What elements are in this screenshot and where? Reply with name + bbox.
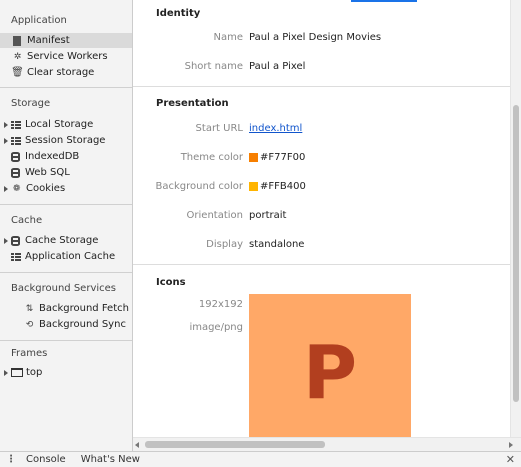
expand-arrow-icon[interactable] [4, 185, 8, 192]
cookie-icon: ❁ [12, 183, 21, 194]
field-label-short-name: Short name [184, 61, 243, 72]
sidebar-item-label: Cookies [26, 183, 66, 194]
database-icon [11, 235, 20, 246]
vertical-scrollbar-thumb[interactable] [513, 105, 519, 402]
field-value-background-color: #FFB400 [249, 181, 306, 192]
sidebar: Application Manifest ✲ Service Workers 🗑… [0, 0, 133, 451]
scroll-right-arrow-icon[interactable] [509, 442, 513, 448]
sidebar-item-local-storage[interactable]: Local Storage [0, 117, 132, 132]
section-divider [0, 272, 132, 273]
sync-icon: ⟲ [25, 319, 34, 330]
sidebar-item-label: Session Storage [25, 135, 106, 146]
background-color-swatch [249, 182, 258, 191]
field-value-name: Paul a Pixel Design Movies [249, 32, 382, 43]
arrows-icon: ⇅ [25, 303, 34, 314]
sidebar-item-clear-storage[interactable]: 🗑 Clear storage [0, 65, 132, 80]
field-label-start-url: Start URL [195, 123, 243, 134]
app-icon-letter: P [302, 330, 358, 416]
section-title-presentation: Presentation [156, 98, 229, 109]
field-value-theme-color: #F77F00 [249, 152, 305, 163]
section-title-icons: Icons [156, 277, 186, 288]
field-label-theme-color: Theme color [180, 152, 243, 163]
field-value-start-url: index.html [249, 123, 302, 134]
icon-size-label: 192x192 [198, 299, 243, 310]
sidebar-item-manifest[interactable]: Manifest [0, 33, 132, 48]
horizontal-scrollbar-thumb[interactable] [145, 441, 325, 448]
manifest-icon [13, 35, 21, 46]
sidebar-item-label: Cache Storage [25, 235, 99, 246]
drawer-toolbar: ⋮ Console What's New ✕ [0, 451, 521, 467]
frame-icon [11, 368, 23, 377]
database-icon [11, 151, 20, 162]
table-icon [11, 252, 21, 261]
field-label-background-color: Background color [155, 181, 243, 192]
icon-type-label: image/png [189, 322, 243, 333]
field-label-display: Display [206, 239, 243, 250]
sidebar-item-label: top [26, 367, 43, 378]
gear-icon: ✲ [13, 51, 22, 62]
scroll-left-arrow-icon[interactable] [135, 442, 139, 448]
sidebar-item-label: Manifest [27, 35, 70, 46]
section-title-application: Application [11, 15, 67, 26]
background-color-text: #FFB400 [260, 181, 306, 192]
horizontal-scrollbar[interactable] [133, 437, 521, 451]
sidebar-item-cache-storage[interactable]: Cache Storage [0, 233, 132, 248]
sidebar-item-label: Local Storage [25, 119, 94, 130]
sidebar-item-background-fetch[interactable]: ⇅ Background Fetch [0, 301, 132, 316]
sidebar-item-cookies[interactable]: ❁ Cookies [0, 181, 132, 196]
sidebar-item-label: Clear storage [27, 67, 95, 78]
field-value-display: standalone [249, 239, 305, 250]
start-url-link[interactable]: index.html [249, 123, 302, 134]
section-title-identity: Identity [156, 8, 201, 19]
sidebar-item-service-workers[interactable]: ✲ Service Workers [0, 49, 132, 64]
manifest-panel: Identity Name Paul a Pixel Design Movies… [133, 0, 510, 437]
sidebar-item-label: IndexedDB [25, 151, 80, 162]
database-icon [11, 167, 20, 178]
section-divider [0, 87, 132, 88]
field-label-name: Name [213, 32, 243, 43]
sidebar-item-label: Service Workers [27, 51, 108, 62]
theme-color-swatch [249, 153, 258, 162]
sidebar-item-label: Background Fetch [39, 303, 129, 314]
vertical-scrollbar[interactable] [510, 0, 521, 437]
theme-color-text: #F77F00 [260, 152, 306, 163]
expand-arrow-icon[interactable] [4, 237, 8, 244]
section-title-background-services: Background Services [11, 283, 117, 294]
section-title-cache: Cache [11, 215, 43, 226]
expand-arrow-icon[interactable] [4, 137, 8, 144]
sidebar-item-application-cache[interactable]: Application Cache [0, 249, 132, 264]
drawer-tab-console[interactable]: Console [26, 454, 66, 465]
drawer-tab-whats-new[interactable]: What's New [81, 454, 140, 465]
section-divider [0, 204, 132, 205]
expand-arrow-icon[interactable] [4, 121, 8, 128]
sidebar-item-background-sync[interactable]: ⟲ Background Sync [0, 317, 132, 332]
field-value-short-name: Paul a Pixel [249, 61, 306, 72]
section-divider [0, 340, 132, 341]
section-divider [133, 86, 510, 87]
field-value-orientation: portrait [249, 210, 287, 221]
kebab-menu-icon[interactable]: ⋮ [6, 454, 16, 465]
sidebar-item-indexeddb[interactable]: IndexedDB [0, 149, 132, 164]
table-icon [11, 136, 21, 145]
table-icon [11, 120, 21, 129]
sidebar-item-label: Application Cache [25, 251, 116, 262]
sidebar-item-session-storage[interactable]: Session Storage [0, 133, 132, 148]
sidebar-item-web-sql[interactable]: Web SQL [0, 165, 132, 180]
app-icon-preview: P [249, 294, 411, 437]
sidebar-item-frame-top[interactable]: top [0, 365, 132, 380]
section-title-storage: Storage [11, 98, 51, 109]
section-title-frames: Frames [11, 348, 48, 359]
field-label-orientation: Orientation [186, 210, 243, 221]
trash-icon: 🗑 [11, 67, 24, 78]
section-divider [133, 264, 510, 265]
expand-arrow-icon[interactable] [4, 369, 8, 376]
close-icon[interactable]: ✕ [506, 453, 515, 466]
sidebar-item-label: Web SQL [25, 167, 70, 178]
sidebar-item-label: Background Sync [39, 319, 126, 330]
active-tab-indicator [351, 0, 417, 2]
